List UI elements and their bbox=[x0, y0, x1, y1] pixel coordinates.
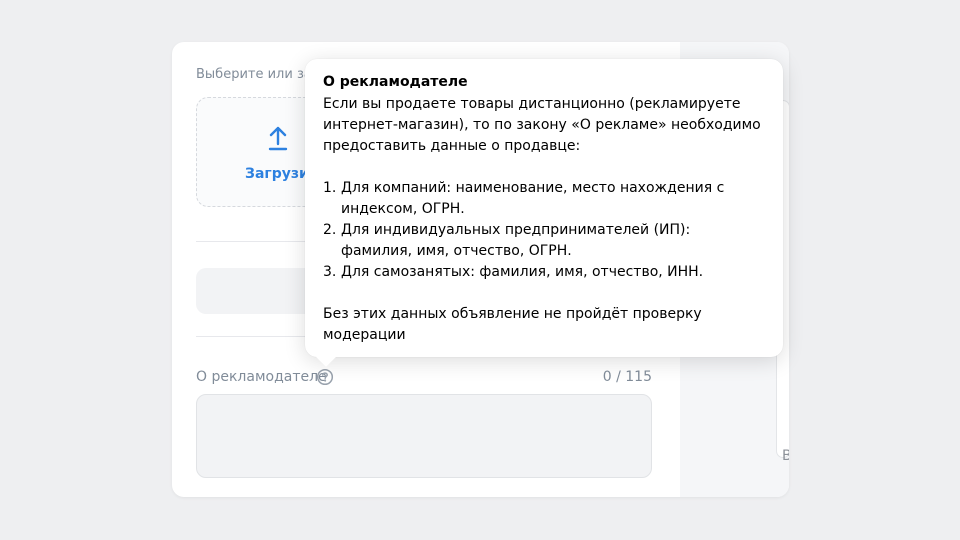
list-item-text: Для самозанятых: фамилия, имя, отчество,… bbox=[341, 264, 704, 280]
advertiser-field-label: О рекламодателе bbox=[196, 369, 327, 385]
tooltip-footer: Без этих данных объявление не пройдёт пр… bbox=[323, 306, 702, 343]
advertiser-textarea[interactable] bbox=[196, 394, 652, 478]
advertiser-help-tooltip: О рекламодателе Если вы продаете товары … bbox=[305, 59, 783, 367]
tooltip-intro: Если вы продаете товары дистанционно (ре… bbox=[323, 96, 761, 154]
tooltip-title: О рекламодателе bbox=[323, 74, 468, 90]
list-item-number: 1. bbox=[323, 180, 337, 196]
list-item-number: 2. bbox=[323, 222, 337, 238]
list-item: 1. Для компаний: наименование, место нах… bbox=[323, 178, 765, 220]
list-item-text: Для индивидуальных предпринимателей (ИП)… bbox=[341, 222, 691, 259]
tooltip-requirements-list: 1. Для компаний: наименование, место нах… bbox=[323, 178, 765, 283]
list-item-text: Для компаний: наименование, место нахожд… bbox=[341, 180, 725, 217]
upload-icon bbox=[268, 126, 288, 151]
preview-caption: В bbox=[782, 448, 789, 464]
media-section-label: Выберите или за bbox=[196, 67, 312, 82]
list-item-number: 3. bbox=[323, 264, 337, 280]
character-counter: 0 / 115 bbox=[602, 369, 652, 385]
list-item: 3. Для самозанятых: фамилия, имя, отчест… bbox=[323, 262, 765, 283]
list-item: 2. Для индивидуальных предпринимателей (… bbox=[323, 220, 765, 262]
question-circle-icon[interactable] bbox=[316, 368, 334, 386]
